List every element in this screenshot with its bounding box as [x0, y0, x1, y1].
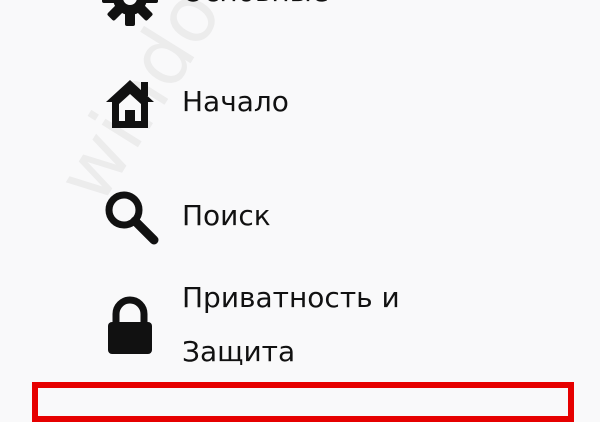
highlight-frame — [32, 382, 574, 422]
sidebar-item-home[interactable]: Начало — [98, 76, 578, 132]
sidebar-item-privacy[interactable]: Приватность и Защита — [98, 274, 578, 378]
lock-icon — [98, 294, 162, 358]
search-icon — [98, 184, 162, 248]
sidebar-item-label: Основные — [182, 0, 329, 16]
home-icon — [98, 72, 162, 136]
settings-sidebar: Основные Начало Поиск П — [0, 0, 600, 400]
sidebar-item-label-line2: Защита — [182, 335, 296, 368]
sidebar-item-general[interactable]: Основные — [98, 0, 578, 28]
sidebar-item-search[interactable]: Поиск — [98, 188, 578, 245]
sidebar-item-label: Поиск — [182, 199, 271, 232]
sidebar-item-label: Начало — [182, 85, 289, 118]
sidebar-item-label-line1: Приватность и — [182, 281, 400, 314]
gear-icon — [98, 0, 162, 30]
